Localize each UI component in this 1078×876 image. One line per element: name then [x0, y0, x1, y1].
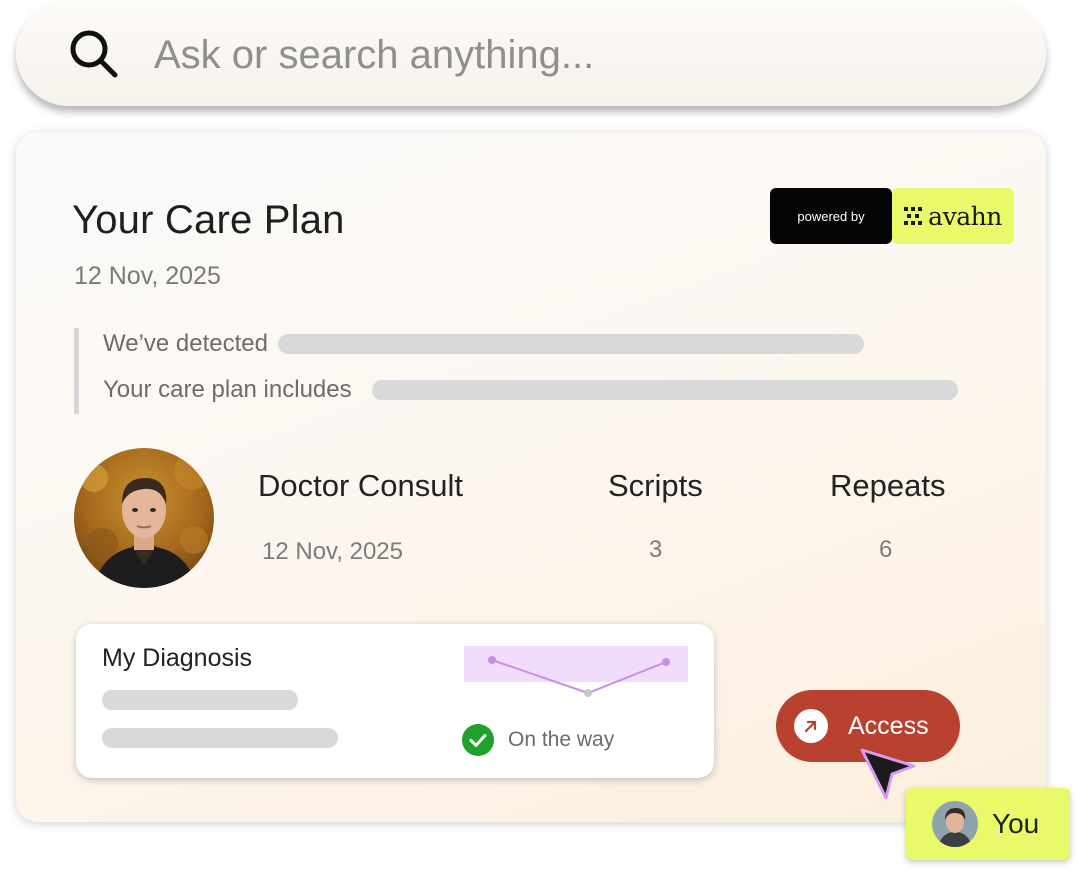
detected-label: We’ve detected	[103, 330, 268, 357]
powered-by-badge[interactable]: powered by avahn	[770, 188, 1014, 244]
access-label: Access	[848, 711, 929, 740]
brand-name: avahn	[928, 201, 1002, 231]
progress-point	[584, 689, 592, 697]
diagnosis-title: My Diagnosis	[102, 644, 253, 672]
detected-placeholder-bar	[278, 334, 864, 354]
care-plan-date: 12 Nov, 2025	[74, 262, 221, 290]
progress-point	[488, 656, 496, 664]
page-title: Your Care Plan	[72, 198, 345, 242]
diagnosis-card[interactable]: My Diagnosis On the way	[76, 624, 714, 778]
detected-row: We’ve detected	[103, 330, 864, 358]
progress-point	[662, 658, 670, 666]
includes-placeholder-bar	[371, 380, 958, 400]
user-cursor-tag: You	[906, 788, 1070, 860]
repeats-title: Repeats	[830, 468, 946, 503]
arrow-up-right-icon	[794, 709, 828, 743]
search-icon	[70, 30, 118, 78]
you-label: You	[992, 808, 1040, 839]
check-circle-icon	[462, 724, 494, 756]
status-label: On the way	[508, 728, 615, 751]
diagnosis-placeholder-bar	[102, 690, 298, 710]
repeats-value: 6	[879, 536, 893, 563]
doctor-consult-title: Doctor Consult	[258, 468, 464, 503]
scripts-value: 3	[649, 536, 663, 563]
scripts-title: Scripts	[608, 468, 703, 503]
user-avatar	[932, 801, 978, 847]
progress-tracker	[464, 646, 688, 697]
includes-row: Your care plan includes	[103, 376, 958, 404]
powered-by-label: powered by	[770, 188, 892, 244]
includes-label: Your care plan includes	[103, 376, 352, 403]
care-plan-summary: We’ve detected Your care plan includes	[74, 328, 999, 414]
doctor-consult-date: 12 Nov, 2025	[262, 538, 403, 565]
diagnosis-status: On the way	[462, 724, 614, 756]
doctor-avatar	[74, 448, 214, 588]
search-input[interactable]	[152, 26, 1016, 84]
avahn-logo-icon	[904, 207, 923, 225]
search-bar[interactable]	[16, 0, 1046, 106]
diagnosis-placeholder-bar	[102, 728, 338, 748]
brand-logo: avahn	[892, 188, 1014, 244]
